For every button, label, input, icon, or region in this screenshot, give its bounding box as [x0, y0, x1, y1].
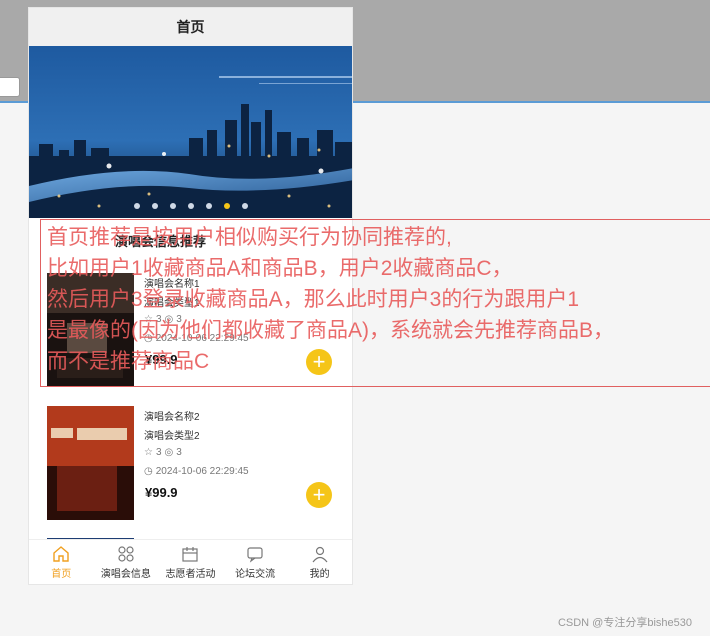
side-button[interactable] — [0, 77, 20, 97]
like-count: 3 — [155, 447, 162, 458]
annotation-text: 首页推荐是按用户相似购买行为协同推荐的, 比如用户1收藏商品A和商品B，用户2收… — [47, 222, 614, 377]
annotation-line: 比如用户1收藏商品A和商品B，用户2收藏商品C， — [47, 257, 513, 280]
tab-label: 论坛交流 — [235, 569, 276, 580]
concert-type: 演唱会类型2 — [144, 431, 200, 442]
concert-stats: ☆ 3 ◎ 3 — [144, 447, 182, 458]
annotation-line: 然后用户3登录收藏商品A，那么此时用户3的行为跟用户1 — [47, 288, 580, 311]
time-text: 2024-10-06 22:29:45 — [155, 466, 249, 477]
tab-label: 演唱会信息 — [100, 569, 151, 580]
carousel-dot-active[interactable] — [223, 203, 230, 209]
tab-profile[interactable]: 我的 — [287, 540, 352, 584]
user-icon — [312, 546, 328, 563]
tab-concerts[interactable]: 演唱会信息 — [94, 540, 159, 584]
eye-icon: ◎ — [164, 447, 174, 458]
tab-forum[interactable]: 论坛交流 — [223, 540, 288, 584]
star-icon: ☆ — [144, 447, 153, 458]
watermark: CSDN @专注分享bishe530 — [557, 617, 692, 629]
annotation-line: 是最像的(因为他们都收藏了商品A)，系统就会先推荐商品B， — [47, 319, 614, 342]
concert-time: ◷ 2024-10-06 22:29:45 — [144, 466, 249, 477]
carousel-dot[interactable] — [187, 203, 194, 209]
grid-icon — [118, 546, 134, 562]
tab-home[interactable]: 首页 — [29, 540, 94, 584]
price: ¥99.9 — [145, 485, 178, 500]
banner-image — [29, 46, 352, 218]
banner-carousel[interactable] — [29, 46, 352, 218]
clock-icon: ◷ — [144, 466, 153, 477]
carousel-dot[interactable] — [241, 203, 248, 209]
annotation-line: 而不是推荐商品C — [47, 350, 210, 373]
carousel-dot[interactable] — [205, 203, 212, 209]
carousel-dot[interactable] — [133, 203, 140, 209]
carousel-dots[interactable] — [29, 203, 352, 209]
carousel-dot[interactable] — [151, 203, 158, 209]
tab-bar: 首页 演唱会信息 志愿者活动 论坛交流 我的 — [29, 539, 352, 584]
concert-poster — [47, 406, 134, 520]
tab-label: 首页 — [51, 569, 72, 580]
carousel-dot[interactable] — [169, 203, 176, 209]
home-icon — [53, 546, 69, 562]
chat-icon — [247, 547, 263, 563]
tab-label: 志愿者活动 — [165, 569, 216, 580]
calendar-icon — [182, 547, 199, 562]
page-title: 首页 — [29, 8, 352, 46]
add-button[interactable]: + — [306, 482, 332, 508]
tab-volunteer[interactable]: 志愿者活动 — [158, 540, 223, 584]
view-count: 3 — [176, 447, 182, 458]
tab-label: 我的 — [309, 569, 330, 580]
concert-name: 演唱会名称2 — [144, 412, 200, 423]
list-item[interactable]: 演唱会名称2 演唱会类型2 ☆ 3 ◎ 3 ◷ 2024-10-06 22:29… — [38, 406, 344, 528]
annotation-line: 首页推荐是按用户相似购买行为协同推荐的, — [47, 226, 452, 249]
